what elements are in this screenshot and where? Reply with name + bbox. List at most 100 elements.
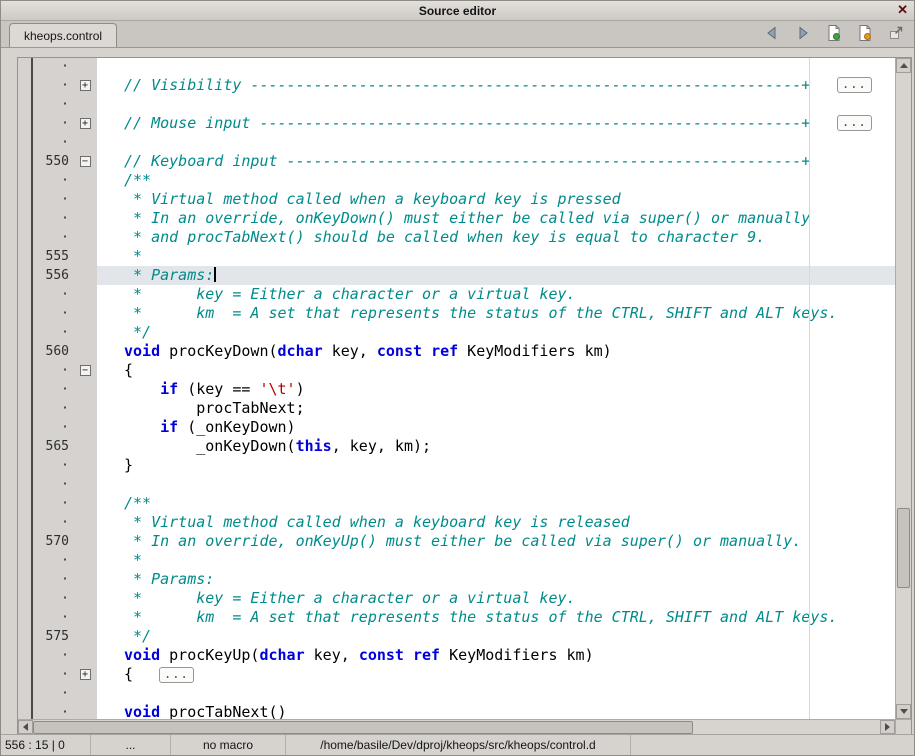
go-forward-button[interactable]: [793, 25, 813, 45]
code-text[interactable]: * Virtual method called when a keyboard …: [97, 190, 895, 209]
code-text[interactable]: /**: [97, 494, 895, 513]
fold-gutter[interactable]: [73, 95, 97, 114]
line-number[interactable]: ·: [18, 399, 73, 418]
line-number[interactable]: ·: [18, 684, 73, 703]
code-text[interactable]: *: [97, 247, 895, 266]
fold-gutter[interactable]: [73, 627, 97, 646]
fold-expand-icon[interactable]: +: [80, 669, 91, 680]
fold-gutter[interactable]: [73, 171, 97, 190]
code-text[interactable]: procTabNext;: [97, 399, 895, 418]
scroll-up-icon[interactable]: [896, 58, 911, 73]
fold-collapse-icon[interactable]: −: [80, 365, 91, 376]
line-number[interactable]: 556: [18, 266, 73, 285]
vertical-scrollbar-thumb[interactable]: [897, 508, 910, 588]
line-number[interactable]: ·: [18, 665, 73, 684]
line-number[interactable]: 565: [18, 437, 73, 456]
fold-gutter[interactable]: +: [73, 665, 97, 684]
horizontal-scrollbar-thumb[interactable]: [33, 721, 693, 734]
line-number[interactable]: ·: [18, 133, 73, 152]
horizontal-scrollbar[interactable]: [18, 719, 895, 735]
fold-gutter[interactable]: [73, 228, 97, 247]
line-number[interactable]: 555: [18, 247, 73, 266]
fold-expand-icon[interactable]: +: [80, 118, 91, 129]
fold-gutter[interactable]: [73, 513, 97, 532]
fold-gutter[interactable]: [73, 703, 97, 719]
code-text[interactable]: */: [97, 627, 895, 646]
line-number[interactable]: ·: [18, 494, 73, 513]
line-number[interactable]: ·: [18, 703, 73, 719]
line-number[interactable]: ·: [18, 58, 73, 76]
code-text[interactable]: void procKeyUp(dchar key, const ref KeyM…: [97, 646, 895, 665]
fold-gutter[interactable]: [73, 266, 97, 285]
code-text[interactable]: * key = Either a character or a virtual …: [97, 589, 895, 608]
fold-gutter[interactable]: [73, 456, 97, 475]
fold-gutter[interactable]: −: [73, 361, 97, 380]
code-editor[interactable]: ··+// Visibility -----------------------…: [18, 58, 895, 719]
fold-gutter[interactable]: [73, 551, 97, 570]
fold-gutter[interactable]: [73, 399, 97, 418]
code-text[interactable]: [97, 475, 895, 494]
fold-gutter[interactable]: [73, 475, 97, 494]
fold-expand-icon[interactable]: +: [80, 80, 91, 91]
line-number[interactable]: ·: [18, 76, 73, 95]
code-text[interactable]: {...: [97, 665, 895, 684]
code-text[interactable]: {: [97, 361, 895, 380]
document-orange-button[interactable]: [855, 25, 875, 45]
code-text[interactable]: */: [97, 323, 895, 342]
code-text[interactable]: * Params:: [97, 570, 895, 589]
line-number[interactable]: ·: [18, 304, 73, 323]
go-back-button[interactable]: [762, 25, 782, 45]
line-number[interactable]: ·: [18, 589, 73, 608]
fold-gutter[interactable]: [73, 380, 97, 399]
code-text[interactable]: * Virtual method called when a keyboard …: [97, 513, 895, 532]
fold-gutter[interactable]: [73, 589, 97, 608]
line-number[interactable]: ·: [18, 380, 73, 399]
code-text[interactable]: * km = A set that represents the status …: [97, 608, 895, 627]
line-number[interactable]: ·: [18, 190, 73, 209]
code-text-current-line[interactable]: * Params:: [97, 266, 895, 285]
code-text[interactable]: [97, 133, 895, 152]
line-number[interactable]: 575: [18, 627, 73, 646]
line-number[interactable]: ·: [18, 570, 73, 589]
fold-gutter[interactable]: [73, 133, 97, 152]
fold-gutter[interactable]: [73, 570, 97, 589]
line-number[interactable]: ·: [18, 551, 73, 570]
fold-gutter[interactable]: [73, 608, 97, 627]
code-text[interactable]: if (key == '\t'): [97, 380, 895, 399]
fold-gutter[interactable]: [73, 532, 97, 551]
code-text[interactable]: // Keyboard input ----------------------…: [97, 152, 895, 171]
code-text[interactable]: }: [97, 456, 895, 475]
code-text[interactable]: void procTabNext(): [97, 703, 895, 719]
fold-gutter[interactable]: [73, 418, 97, 437]
line-number[interactable]: 550: [18, 152, 73, 171]
line-number[interactable]: ·: [18, 95, 73, 114]
code-text[interactable]: *: [97, 551, 895, 570]
scroll-right-icon[interactable]: [880, 720, 895, 734]
fold-gutter[interactable]: [73, 342, 97, 361]
line-number[interactable]: ·: [18, 209, 73, 228]
fold-gutter[interactable]: [73, 494, 97, 513]
document-green-button[interactable]: [824, 25, 844, 45]
fold-gutter[interactable]: [73, 304, 97, 323]
fold-gutter[interactable]: [73, 209, 97, 228]
code-text[interactable]: void procKeyDown(dchar key, const ref Ke…: [97, 342, 895, 361]
fold-gutter[interactable]: [73, 247, 97, 266]
code-text[interactable]: [97, 684, 895, 703]
fold-gutter[interactable]: [73, 646, 97, 665]
vertical-scrollbar[interactable]: [895, 58, 911, 719]
code-text[interactable]: // Visibility --------------------------…: [97, 76, 895, 95]
code-text[interactable]: if (_onKeyDown): [97, 418, 895, 437]
fold-collapse-icon[interactable]: −: [80, 156, 91, 167]
fold-gutter[interactable]: [73, 190, 97, 209]
code-text[interactable]: * In an override, onKeyUp() must either …: [97, 532, 895, 551]
line-number[interactable]: ·: [18, 475, 73, 494]
fold-gutter[interactable]: [73, 58, 97, 76]
line-number[interactable]: ·: [18, 361, 73, 380]
code-text[interactable]: [97, 58, 895, 76]
line-number[interactable]: 570: [18, 532, 73, 551]
line-number[interactable]: ·: [18, 228, 73, 247]
code-text[interactable]: [97, 95, 895, 114]
tab-kheops-control[interactable]: kheops.control: [9, 23, 117, 47]
fold-gutter[interactable]: [73, 437, 97, 456]
code-text[interactable]: _onKeyDown(this, key, km);: [97, 437, 895, 456]
